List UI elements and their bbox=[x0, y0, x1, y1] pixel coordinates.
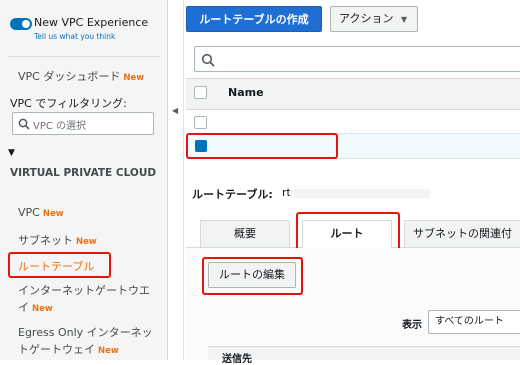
actions-label: アクション bbox=[339, 12, 394, 25]
sidebar-divider bbox=[8, 56, 160, 57]
column-header-destination[interactable]: 送信先 bbox=[222, 350, 252, 365]
collapse-arrow-icon[interactable]: ◀ bbox=[172, 106, 178, 115]
highlight-edit-routes bbox=[202, 257, 303, 295]
highlight-selected-row bbox=[186, 133, 338, 159]
search-icon bbox=[18, 118, 30, 130]
sidebar-item-subnets[interactable]: サブネット New bbox=[18, 232, 97, 248]
sidebar-item-dashboard[interactable]: VPC ダッシュボード New bbox=[18, 68, 144, 84]
new-badge: New bbox=[32, 304, 53, 314]
sidebar-item-label: VPC bbox=[18, 206, 40, 219]
new-badge: New bbox=[76, 237, 97, 247]
new-experience-title: New VPC Experience bbox=[34, 16, 149, 29]
row-checkbox[interactable] bbox=[194, 116, 207, 129]
sidebar-collapse-bar[interactable] bbox=[168, 0, 184, 360]
feedback-link[interactable]: Tell us what you think bbox=[34, 32, 115, 41]
show-label: 表示 bbox=[402, 320, 422, 331]
sidebar-item-label: VPC ダッシュボード bbox=[18, 70, 121, 83]
vpc-filter-placeholder: VPC の選択 bbox=[33, 121, 87, 132]
table-search-input[interactable] bbox=[194, 46, 520, 72]
new-badge: New bbox=[42, 209, 64, 219]
tab-summary[interactable]: 概要 bbox=[200, 220, 290, 248]
sidebar-item-route-tables[interactable]: ルートテーブル bbox=[18, 258, 94, 274]
highlight-routes-tab bbox=[296, 212, 400, 252]
new-experience-toggle[interactable] bbox=[10, 18, 32, 30]
section-title: VIRTUAL PRIVATE CLOUD bbox=[10, 167, 157, 179]
create-route-table-button[interactable]: ルートテーブルの作成 bbox=[186, 6, 322, 32]
routes-table-header bbox=[208, 346, 520, 360]
search-icon bbox=[201, 53, 215, 67]
tab-subnet-associations[interactable]: サブネットの関連付 bbox=[404, 220, 520, 248]
sidebar-item-internet-gateways[interactable]: インターネットゲートウエイ New bbox=[18, 282, 158, 318]
collapse-section-icon[interactable]: ▼ bbox=[8, 148, 15, 158]
sidebar-item-vpc[interactable]: VPC New bbox=[18, 206, 64, 219]
chevron-down-icon: ▼ bbox=[400, 15, 408, 24]
sidebar-item-egress-only-igw[interactable]: Egress Only インターネットゲートウェイ New bbox=[18, 324, 160, 360]
sidebar-item-label: Egress Only インターネットゲートウェイ bbox=[18, 326, 153, 356]
column-header-name[interactable]: Name bbox=[228, 86, 264, 99]
select-all-checkbox[interactable] bbox=[194, 86, 207, 99]
new-badge: New bbox=[98, 346, 119, 356]
redacted-id bbox=[290, 189, 430, 198]
route-table-label: ルートテーブル: bbox=[192, 188, 273, 201]
vpc-filter-label: VPC でフィルタリング: bbox=[10, 97, 127, 110]
sidebar-item-label: サブネット bbox=[18, 234, 73, 247]
actions-dropdown[interactable]: アクション ▼ bbox=[330, 6, 418, 32]
vpc-filter-select[interactable]: VPC の選択 bbox=[12, 112, 154, 135]
new-badge: New bbox=[123, 73, 145, 83]
show-routes-select[interactable]: すべてのルート bbox=[428, 310, 520, 334]
